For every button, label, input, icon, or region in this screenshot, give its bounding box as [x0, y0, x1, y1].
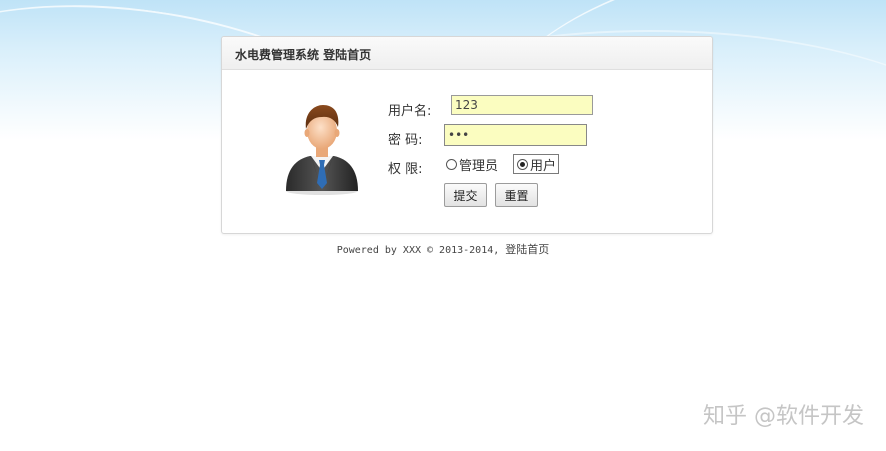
page-title: 水电费管理系统 登陆首页	[235, 48, 372, 62]
footer-link[interactable]: 登陆首页	[505, 243, 549, 256]
user-avatar-icon	[286, 105, 358, 195]
role-option-admin-label: 管理员	[459, 158, 499, 174]
role-option-user[interactable]: 用户	[513, 154, 560, 174]
password-input[interactable]	[444, 124, 587, 146]
panel-header: 水电费管理系统 登陆首页	[222, 37, 712, 70]
footer-copyright: Powered by XXX © 2013-2014,	[336, 245, 500, 256]
role-label: 权 限:	[388, 162, 423, 177]
submit-button[interactable]: 提交	[444, 183, 487, 207]
role-option-user-label: 用户	[530, 158, 557, 174]
reset-button[interactable]: 重置	[495, 183, 538, 207]
login-panel: 水电费管理系统 登陆首页 用户名: 123 密 码: 权 限: 管理员 用户 提…	[221, 36, 713, 234]
role-option-admin[interactable]: 管理员	[444, 154, 498, 174]
footer: Powered by XXX © 2013-2014, 登陆首页	[0, 241, 886, 257]
radio-button[interactable]	[446, 158, 457, 170]
radio-button-selected[interactable]	[517, 158, 528, 170]
username-input[interactable]	[451, 95, 593, 115]
password-label: 密 码:	[388, 133, 423, 148]
username-label: 用户名:	[388, 104, 432, 119]
watermark: 知乎 @软件开发	[703, 404, 864, 429]
